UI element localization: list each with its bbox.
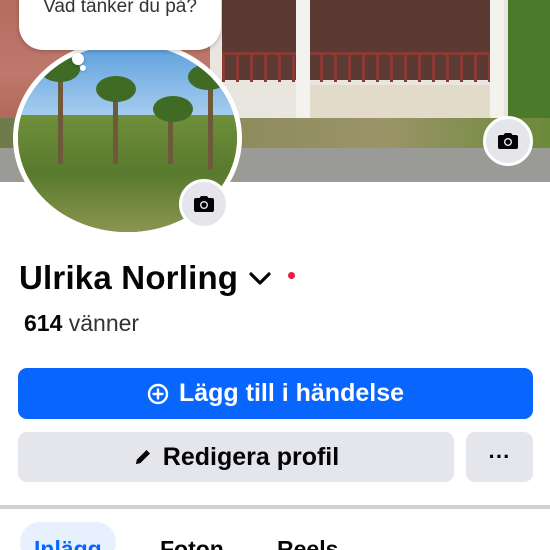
profile-name-row[interactable]: Ulrika Norling bbox=[19, 259, 296, 297]
pencil-icon bbox=[133, 447, 153, 467]
plus-circle-icon bbox=[147, 383, 169, 405]
tab-posts[interactable]: Inlägg bbox=[20, 522, 116, 550]
edit-cover-photo-button[interactable] bbox=[483, 116, 533, 166]
avatar-scenery bbox=[153, 96, 193, 122]
profile-tabs: Inlägg Foton Reels bbox=[0, 522, 550, 550]
friends-count-number: 614 bbox=[24, 310, 63, 336]
avatar-scenery bbox=[188, 64, 228, 90]
friends-count-label: vänner bbox=[68, 310, 140, 336]
avatar-scenery bbox=[96, 76, 136, 102]
camera-icon bbox=[194, 196, 214, 212]
profile-name: Ulrika Norling bbox=[19, 259, 239, 296]
tab-photos[interactable]: Foton bbox=[146, 522, 238, 550]
status-bubble[interactable]: Vad tänker du på? bbox=[19, 0, 221, 50]
status-bubble-text: Vad tänker du på? bbox=[43, 0, 197, 17]
edit-profile-picture-button[interactable] bbox=[179, 179, 229, 229]
camera-icon bbox=[498, 133, 518, 149]
cover-scenery bbox=[490, 0, 504, 125]
more-options-icon: ··· bbox=[488, 444, 511, 469]
tab-reels-label: Reels bbox=[277, 536, 339, 550]
notification-dot bbox=[288, 271, 296, 279]
chevron-down-icon[interactable] bbox=[248, 271, 272, 287]
tab-posts-label: Inlägg bbox=[34, 536, 102, 550]
add-to-event-label: Lägg till i händelse bbox=[178, 379, 405, 407]
cover-scenery bbox=[296, 0, 310, 125]
tab-reels[interactable]: Reels bbox=[263, 522, 352, 550]
cover-scenery bbox=[222, 52, 492, 82]
section-divider bbox=[0, 505, 550, 509]
edit-profile-label: Redigera profil bbox=[162, 442, 340, 471]
edit-profile-button[interactable]: Redigera profil bbox=[18, 432, 454, 482]
more-options-button[interactable]: ··· bbox=[466, 432, 533, 482]
tab-photos-label: Foton bbox=[160, 536, 224, 550]
status-bubble-tail bbox=[72, 53, 84, 65]
add-to-event-button[interactable]: Lägg till i händelse bbox=[18, 368, 533, 419]
status-bubble-tail bbox=[80, 65, 86, 71]
friends-count[interactable]: 614 vänner bbox=[24, 310, 139, 337]
